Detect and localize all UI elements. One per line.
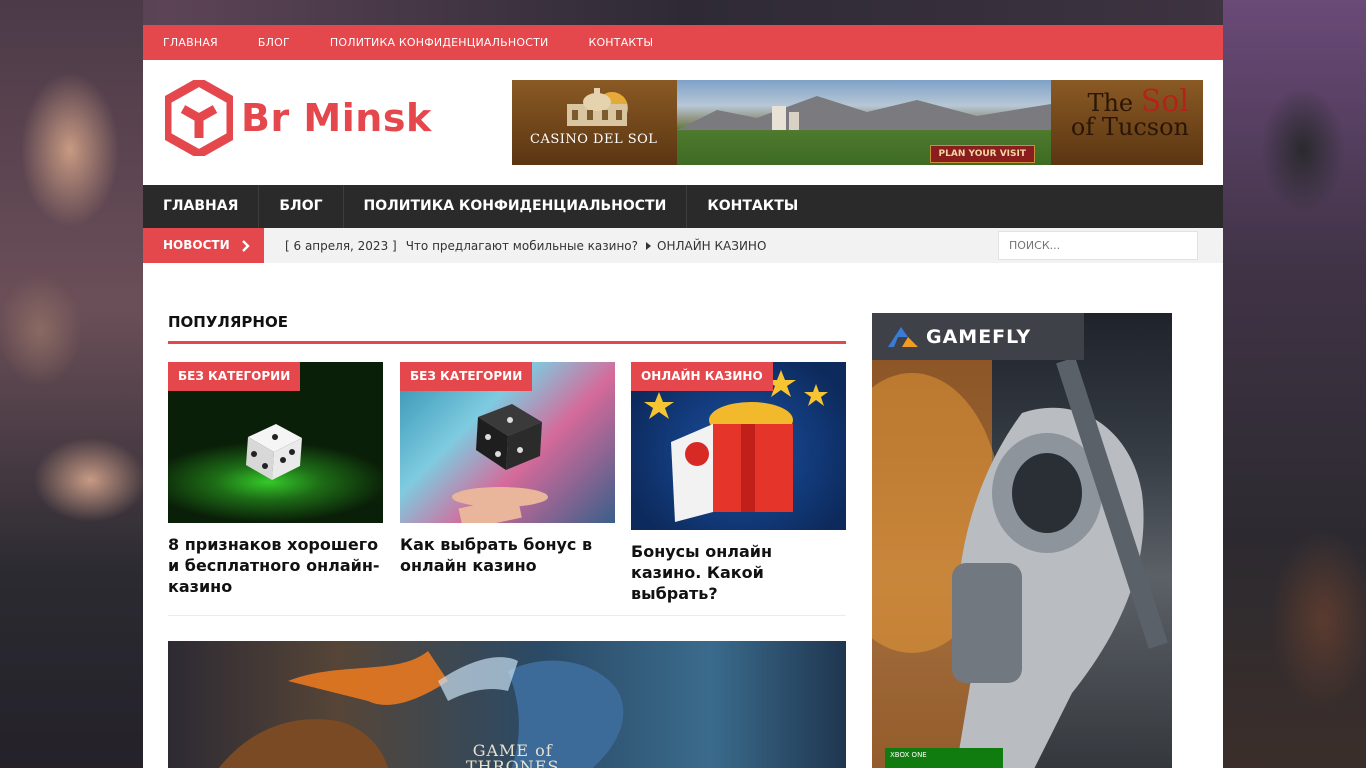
banner-right-panel: The Sol of Tucson xyxy=(1051,80,1203,165)
page-container: ГЛАВНАЯ БЛОГ ПОЛИТИКА КОНФИДЕНЦИАЛЬНОСТИ… xyxy=(143,25,1223,768)
caret-right-icon xyxy=(646,241,651,250)
main-nav: ГЛАВНАЯ БЛОГ ПОЛИТИКА КОНФИДЕНЦИАЛЬНОСТИ… xyxy=(143,185,1223,228)
main-nav-item-home[interactable]: ГЛАВНАЯ xyxy=(143,185,260,228)
featured-image-caption: GAME of THRONES xyxy=(466,743,559,768)
xbox-platform-badge: XBOX ONE xyxy=(885,748,1003,768)
chevron-right-icon xyxy=(242,239,250,252)
astronaut-image xyxy=(872,353,1168,768)
post-thumbnail[interactable]: ОНЛАЙН КАЗИНО xyxy=(631,362,846,530)
banner-of-tucson: of Tucson xyxy=(1070,113,1189,141)
ticker-article-link[interactable]: Что предлагают мобильные казино? xyxy=(406,239,638,253)
banner-mountains xyxy=(677,96,1051,130)
site-header: Br Minsk CASINO DEL SOL The Sol of Tucso… xyxy=(143,60,1223,185)
main-nav-item-privacy[interactable]: ПОЛИТИКА КОНФИДЕНЦИАЛЬНОСТИ xyxy=(344,185,688,228)
main-nav-item-contacts[interactable]: КОНТАКТЫ xyxy=(687,185,818,228)
section-divider xyxy=(168,615,846,616)
casino-building-icon xyxy=(567,88,628,126)
top-menu-item-privacy[interactable]: ПОЛИТИКА КОНФИДЕНЦИАЛЬНОСТИ xyxy=(330,36,549,49)
sidebar-ad[interactable]: GAMEFLY XBOX ONE xyxy=(872,313,1172,768)
ticker-label: НОВОСТИ xyxy=(143,228,264,263)
top-menu: ГЛАВНАЯ БЛОГ ПОЛИТИКА КОНФИДЕНЦИАЛЬНОСТИ… xyxy=(143,25,1223,60)
post-category-badge[interactable]: БЕЗ КАТЕГОРИИ xyxy=(168,362,301,391)
top-menu-item-blog[interactable]: БЛОГ xyxy=(258,36,290,49)
section-title-popular: ПОПУЛЯРНОЕ xyxy=(168,313,846,344)
post-title[interactable]: Бонусы онлайн казино. Какой выбрать? xyxy=(631,541,846,604)
site-logo[interactable]: Br Minsk xyxy=(165,80,432,156)
post-thumbnail[interactable]: БЕЗ КАТЕГОРИИ xyxy=(400,362,615,523)
banner-sol-title: The Sol of Tucson xyxy=(1070,87,1189,141)
banner-plan-visit-button[interactable]: PLAN YOUR VISIT xyxy=(929,145,1035,163)
gamefly-logo-icon xyxy=(888,326,918,347)
featured-caption-line-2: THRONES xyxy=(466,757,560,768)
post-card[interactable]: ОНЛАЙН КАЗИНО Бонусы онлайн казино. Како… xyxy=(631,362,846,604)
ticker-label-text: НОВОСТИ xyxy=(163,238,230,252)
header-ad-banner[interactable]: CASINO DEL SOL The Sol of Tucson PLAN YO… xyxy=(512,80,1203,165)
ticker-date: [ 6 апреля, 2023 ] xyxy=(285,238,397,253)
gamefly-logo-text: GAMEFLY xyxy=(926,325,1032,348)
post-thumbnail[interactable]: БЕЗ КАТЕГОРИИ xyxy=(168,362,383,523)
post-title[interactable]: Как выбрать бонус в онлайн казино xyxy=(400,534,615,576)
post-category-badge[interactable]: ОНЛАЙН КАЗИНО xyxy=(631,362,773,391)
banner-casino-title: CASINO DEL SOL xyxy=(530,132,658,147)
background-left xyxy=(0,0,143,768)
featured-image[interactable]: GAME of THRONES xyxy=(168,641,846,768)
banner-left-panel: CASINO DEL SOL xyxy=(512,80,677,165)
post-card[interactable]: БЕЗ КАТЕГОРИИ 8 признаков хорошего и бес… xyxy=(168,362,383,597)
main-nav-item-blog[interactable]: БЛОГ xyxy=(259,185,344,228)
site-logo-text: Br Minsk xyxy=(241,96,432,140)
post-title[interactable]: 8 признаков хорошего и бесплатного онлай… xyxy=(168,534,383,597)
top-menu-item-home[interactable]: ГЛАВНАЯ xyxy=(163,36,218,49)
background-right xyxy=(1223,0,1366,768)
post-category-badge[interactable]: БЕЗ КАТЕГОРИИ xyxy=(400,362,533,391)
cube-logo-icon xyxy=(165,80,233,156)
gamefly-logo-bar: GAMEFLY xyxy=(872,313,1084,360)
top-menu-item-contacts[interactable]: КОНТАКТЫ xyxy=(588,36,653,49)
ticker-category-link[interactable]: ОНЛАЙН КАЗИНО xyxy=(657,239,766,253)
post-card[interactable]: БЕЗ КАТЕГОРИИ Как выбрать бонус в онлайн… xyxy=(400,362,615,576)
search-input[interactable] xyxy=(998,231,1198,260)
news-ticker: НОВОСТИ [ 6 апреля, 2023 ] Что предлагаю… xyxy=(143,228,1223,263)
